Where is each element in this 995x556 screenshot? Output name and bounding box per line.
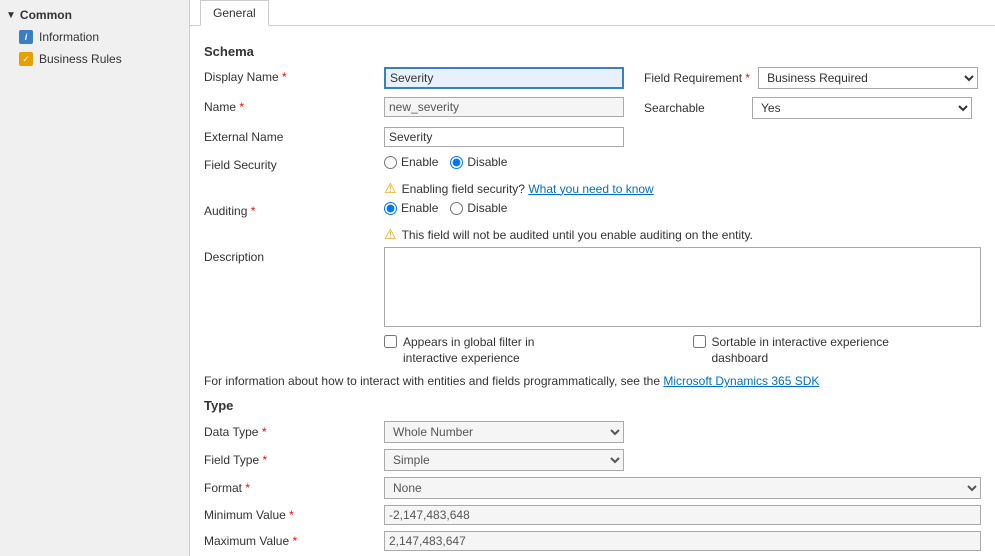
- minimum-value-row: Minimum Value *: [204, 505, 981, 525]
- sortable-col: Sortable in interactive experience dashb…: [693, 335, 982, 366]
- name-input[interactable]: [384, 97, 624, 117]
- field-type-row: Field Type * Simple Calculated Rollup: [204, 449, 981, 471]
- minimum-value-input[interactable]: [384, 505, 981, 525]
- auditing-disable-label[interactable]: Disable: [450, 201, 507, 215]
- field-requirement-label: Field Requirement *: [644, 71, 750, 85]
- sortable-label: Sortable in interactive experience dashb…: [712, 335, 892, 366]
- field-type-label: Field Type *: [204, 453, 384, 467]
- maximum-value-label: Maximum Value *: [204, 534, 384, 548]
- searchable-label: Searchable: [644, 101, 744, 115]
- form-area: Schema Display Name * Field Requirement …: [190, 26, 995, 556]
- auditing-warning-icon: ⚠: [384, 226, 397, 243]
- rules-icon: ✓: [18, 51, 34, 67]
- description-textarea[interactable]: [384, 247, 981, 327]
- data-type-label: Data Type *: [204, 425, 384, 439]
- sidebar-group-common[interactable]: ▼ Common: [0, 4, 189, 26]
- sidebar-item-information[interactable]: i Information: [0, 26, 189, 48]
- format-select[interactable]: None Duration Time Zone Language: [384, 477, 981, 499]
- display-name-row: Display Name * Field Requirement * Busin…: [204, 67, 981, 89]
- field-security-label: Field Security: [204, 155, 384, 172]
- global-filter-col: Appears in global filter in interactive …: [384, 335, 673, 366]
- schema-section-title: Schema: [204, 44, 981, 59]
- field-type-select[interactable]: Simple Calculated Rollup: [384, 449, 624, 471]
- external-name-input[interactable]: [384, 127, 624, 147]
- auditing-radio-group: Enable Disable: [384, 201, 507, 215]
- maximum-value-input[interactable]: [384, 531, 981, 551]
- display-name-input[interactable]: [384, 67, 624, 89]
- sidebar-item-information-label: Information: [39, 30, 99, 44]
- field-security-row: Field Security Enable Disable: [204, 155, 981, 172]
- warning-icon: ⚠: [384, 180, 397, 197]
- sidebar: ▼ Common i Information ✓ Business Rules: [0, 0, 190, 556]
- sidebar-item-business-rules[interactable]: ✓ Business Rules: [0, 48, 189, 70]
- field-security-disable-radio[interactable]: [450, 156, 463, 169]
- global-filter-checkbox[interactable]: [384, 335, 397, 348]
- global-filter-label: Appears in global filter in interactive …: [403, 335, 583, 366]
- data-type-select[interactable]: Whole Number: [384, 421, 624, 443]
- type-section: Type Data Type * Whole Number Field Type…: [204, 398, 981, 556]
- field-requirement-group: Field Requirement * Business Required Op…: [644, 67, 978, 89]
- tab-strip: General: [190, 0, 995, 26]
- field-security-radio-group: Enable Disable: [384, 155, 507, 169]
- field-security-disable-label[interactable]: Disable: [450, 155, 507, 169]
- sdk-info-row: For information about how to interact wi…: [204, 374, 981, 388]
- auditing-label: Auditing *: [204, 201, 384, 218]
- auditing-row: Auditing * Enable Disable: [204, 201, 981, 218]
- format-label: Format *: [204, 481, 384, 495]
- sidebar-group-label: Common: [20, 8, 72, 22]
- description-row: Description: [204, 247, 981, 327]
- field-security-warning-row: ⚠ Enabling field security? What you need…: [384, 180, 981, 197]
- sidebar-group-arrow: ▼: [6, 10, 16, 21]
- sidebar-item-business-rules-label: Business Rules: [39, 52, 122, 66]
- description-label: Description: [204, 247, 384, 264]
- data-type-row: Data Type * Whole Number: [204, 421, 981, 443]
- tab-general[interactable]: General: [200, 0, 269, 26]
- auditing-disable-radio[interactable]: [450, 202, 463, 215]
- auditing-enable-radio[interactable]: [384, 202, 397, 215]
- minimum-value-label: Minimum Value *: [204, 508, 384, 522]
- external-name-label: External Name: [204, 127, 384, 144]
- auditing-enable-label[interactable]: Enable: [384, 201, 438, 215]
- format-row: Format * None Duration Time Zone Languag…: [204, 477, 981, 499]
- display-name-label: Display Name *: [204, 67, 384, 84]
- auditing-warning-row: ⚠ This field will not be audited until y…: [384, 226, 981, 243]
- sortable-checkbox[interactable]: [693, 335, 706, 348]
- name-label: Name *: [204, 97, 384, 114]
- field-requirement-select[interactable]: Business Required Optional Recommended: [758, 67, 978, 89]
- maximum-value-row: Maximum Value *: [204, 531, 981, 551]
- field-security-link[interactable]: What you need to know: [528, 182, 653, 196]
- main-content: General Schema Display Name * Field Requ…: [190, 0, 995, 556]
- checkbox-row: Appears in global filter in interactive …: [204, 335, 981, 366]
- field-security-enable-label[interactable]: Enable: [384, 155, 438, 169]
- info-icon: i: [18, 29, 34, 45]
- external-name-row: External Name: [204, 127, 981, 147]
- field-security-enable-radio[interactable]: [384, 156, 397, 169]
- type-section-title: Type: [204, 398, 981, 413]
- searchable-group: Searchable Yes No: [644, 97, 972, 119]
- name-row: Name * Searchable Yes No: [204, 97, 981, 119]
- sdk-link[interactable]: Microsoft Dynamics 365 SDK: [663, 374, 819, 388]
- searchable-select[interactable]: Yes No: [752, 97, 972, 119]
